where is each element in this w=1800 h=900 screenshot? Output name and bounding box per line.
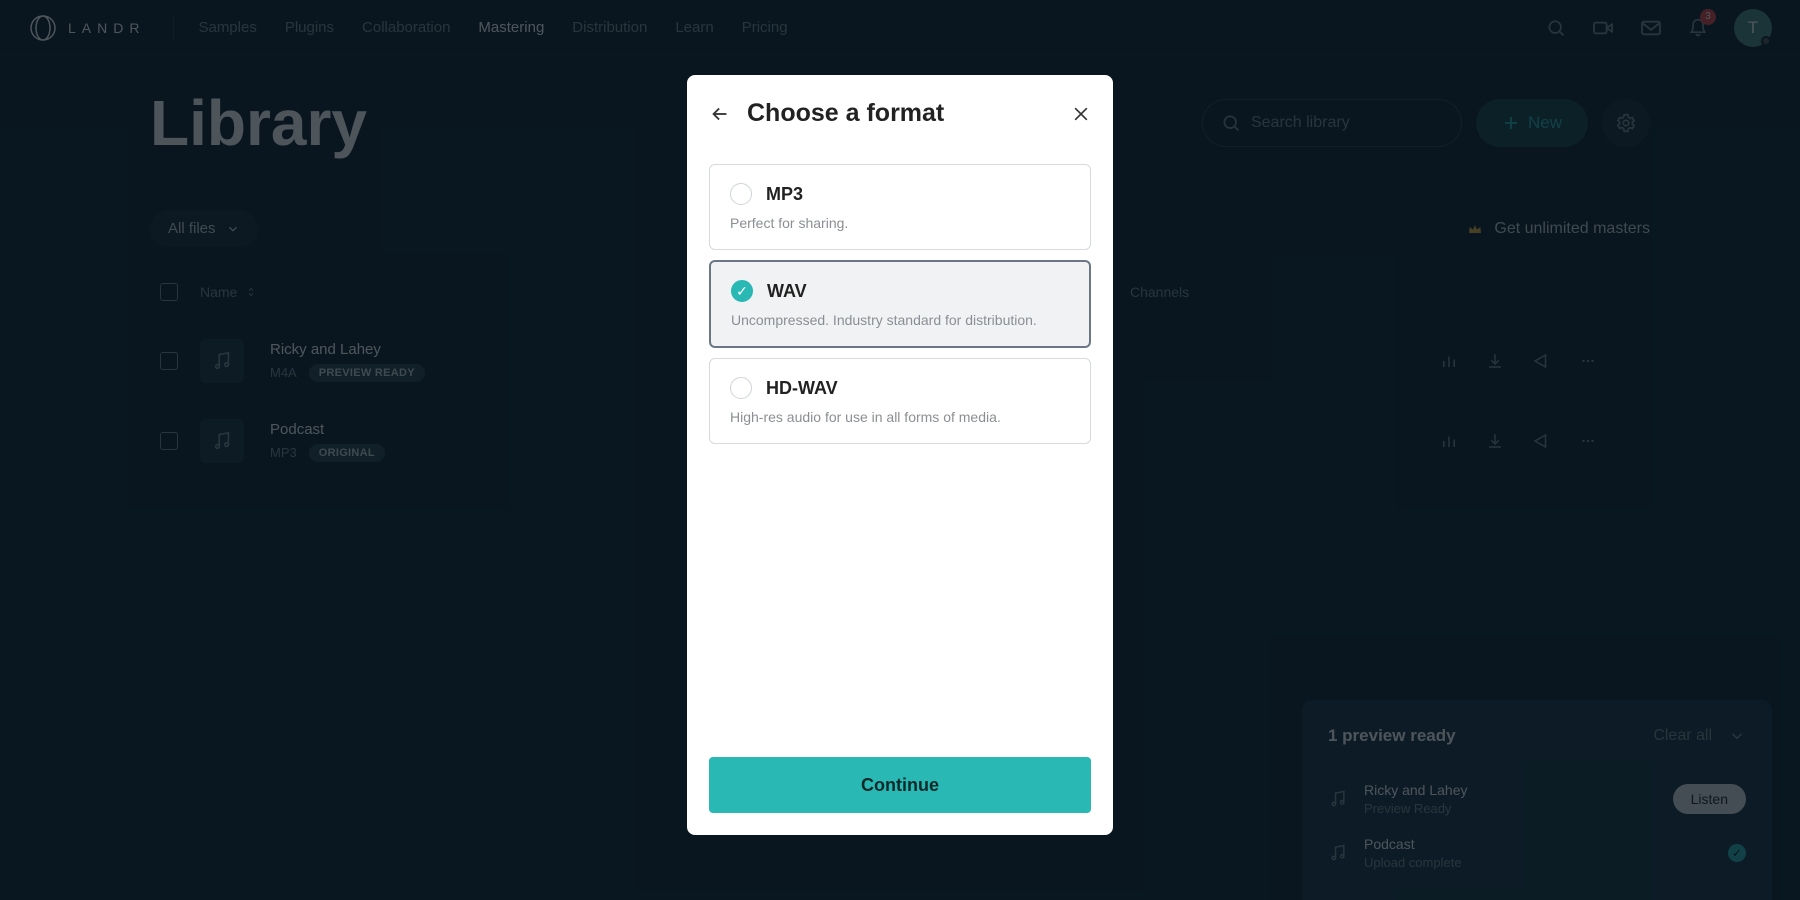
continue-label: Continue — [861, 775, 939, 796]
format-modal: Choose a format MP3 Perfect for sharing.… — [687, 75, 1113, 835]
format-title: MP3 — [766, 184, 803, 205]
format-title: WAV — [767, 281, 807, 302]
radio-unchecked-icon — [730, 183, 752, 205]
modal-title: Choose a format — [747, 99, 944, 128]
format-desc: Perfect for sharing. — [730, 215, 1070, 231]
format-title: HD-WAV — [766, 378, 838, 399]
format-option-mp3[interactable]: MP3 Perfect for sharing. — [709, 164, 1091, 250]
modal-overlay[interactable]: Choose a format MP3 Perfect for sharing.… — [0, 0, 1800, 900]
arrow-left-icon — [709, 103, 731, 125]
continue-button[interactable]: Continue — [709, 757, 1091, 813]
close-icon — [1071, 104, 1091, 124]
format-desc: High-res audio for use in all forms of m… — [730, 409, 1070, 425]
radio-checked-icon: ✓ — [731, 280, 753, 302]
format-desc: Uncompressed. Industry standard for dist… — [731, 312, 1069, 328]
close-button[interactable] — [1071, 104, 1091, 124]
back-button[interactable] — [709, 103, 731, 125]
format-option-hdwav[interactable]: HD-WAV High-res audio for use in all for… — [709, 358, 1091, 444]
radio-unchecked-icon — [730, 377, 752, 399]
format-option-wav[interactable]: ✓ WAV Uncompressed. Industry standard fo… — [709, 260, 1091, 348]
